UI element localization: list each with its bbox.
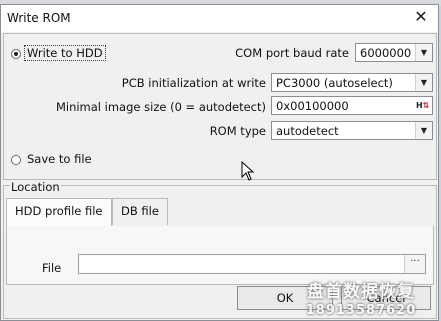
tab-db-file-label: DB file [121,204,159,218]
save-to-file-radio[interactable] [11,155,21,165]
baud-rate-combo[interactable]: 6000000 ▼ [355,43,433,62]
location-title: Location [10,180,61,194]
rom-type-combo[interactable]: autodetect ▼ [271,121,433,140]
tab-hdd-profile-file-label: HDD profile file [15,204,103,218]
rom-type-label: ROM type [209,124,266,138]
browse-button[interactable]: ··· [404,255,425,273]
pcb-init-value: PC3000 (autoselect) [276,76,393,90]
baud-rate-label: COM port baud rate [235,46,349,60]
write-options-panel: Write to HDD COM port baud rate 6000000 … [3,33,437,180]
close-icon[interactable]: ✕ [412,8,430,26]
watermark-line1: 盘首数据恢复 [307,282,415,302]
hex-edit-icon[interactable]: H⇅ [416,99,430,112]
window-title: Write ROM [7,11,71,25]
watermark-line2: 18913587620 [305,303,417,318]
title-bar: Write ROM ✕ [1,5,438,32]
chevron-down-icon[interactable]: ▼ [415,44,432,61]
hex-edit-glyph: H [416,101,423,110]
location-tabs: HDD profile file DB file [6,198,434,227]
pcb-init-label: PCB initialization at write [121,76,266,90]
file-label: File [42,261,62,275]
write-to-hdd-label: Write to HDD [27,46,103,60]
write-rom-dialog: Write ROM ✕ Write to HDD COM port baud r… [0,4,439,321]
tab-db-file[interactable]: DB file [112,198,168,225]
file-path-input[interactable]: ··· [78,254,426,274]
write-to-hdd-radio[interactable] [11,49,21,59]
watermark: 盘首数据恢复 18913587620 [286,277,436,318]
min-image-size-value: 0x00100000 [276,99,349,113]
min-image-size-label: Minimal image size (0 = autodetect) [55,100,266,114]
chevron-down-icon[interactable]: ▼ [415,122,432,139]
save-to-file-label[interactable]: Save to file [27,152,92,166]
chevron-down-icon[interactable]: ▼ [415,74,432,91]
rom-type-value: autodetect [276,124,339,138]
baud-rate-value: 6000000 [360,46,412,60]
write-to-hdd-label-box[interactable]: Write to HDD [24,45,106,61]
pcb-init-combo[interactable]: PC3000 (autoselect) ▼ [271,73,433,92]
min-image-size-field[interactable]: 0x00100000 H⇅ [271,96,433,115]
mouse-pointer-icon [241,161,255,181]
tab-hdd-profile-file[interactable]: HDD profile file [6,198,112,227]
